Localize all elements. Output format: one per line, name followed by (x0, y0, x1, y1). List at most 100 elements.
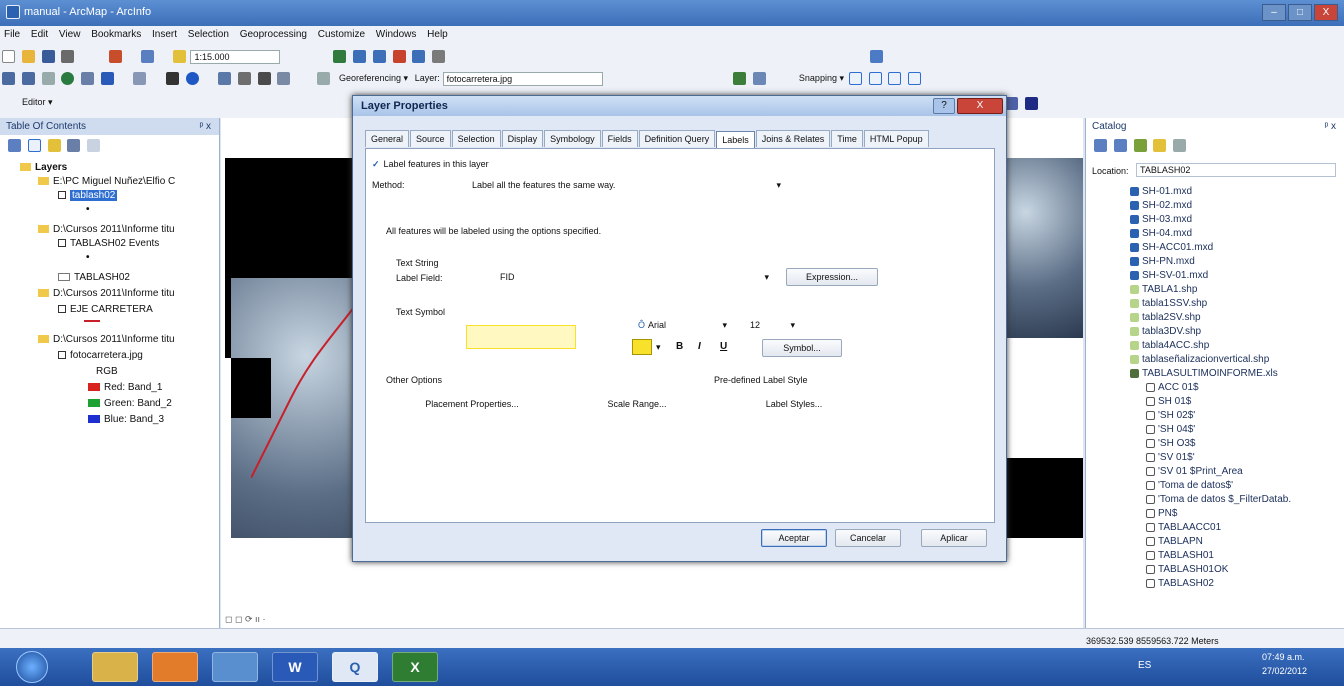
catalog-item[interactable]: TABLAPN (1146, 536, 1203, 547)
back-extent-icon[interactable] (100, 72, 114, 85)
toc-item[interactable]: EJE CARRETERA (58, 304, 153, 315)
catalog-item[interactable]: tabla3DV.shp (1130, 326, 1201, 337)
dialog-close-button[interactable]: X (957, 98, 1003, 114)
italic-button[interactable]: I (698, 341, 701, 352)
minimize-button[interactable]: – (1262, 4, 1286, 21)
catalog-pin-close[interactable]: ᵖ x (1324, 121, 1336, 132)
toc-item[interactable]: TABLASH02 Events (58, 238, 159, 249)
label-field-dropdown[interactable]: FID ▾ (494, 269, 774, 285)
menu-view[interactable]: View (55, 26, 85, 43)
menu-bookmarks[interactable]: Bookmarks (87, 26, 145, 43)
menu-help[interactable]: Help (423, 26, 452, 43)
undo-icon[interactable] (140, 50, 154, 63)
end-snapping-icon[interactable] (868, 72, 882, 85)
excel-taskbar-icon[interactable]: X (392, 652, 438, 682)
tab-time[interactable]: Time (831, 130, 863, 147)
close-button[interactable]: X (1314, 4, 1338, 21)
symbol-button[interactable]: Symbol... (762, 339, 842, 357)
menu-insert[interactable]: Insert (148, 26, 181, 43)
georef-layer-dropdown[interactable]: fotocarretera.jpg (442, 72, 603, 86)
select-elements-icon[interactable] (166, 72, 180, 85)
full-extent-icon[interactable] (61, 72, 75, 85)
catalog-item[interactable]: TABLASH01OK (1146, 564, 1228, 575)
text-color-picker[interactable] (632, 339, 652, 355)
catalog-item[interactable]: 'SH 04$' (1146, 424, 1195, 435)
catalog-item[interactable]: SH 01$ (1146, 396, 1191, 407)
method-dropdown[interactable]: Label all the features the same way. ▾ (466, 177, 786, 193)
menu-windows[interactable]: Windows (372, 26, 421, 43)
catalog-item[interactable]: tabla1SSV.shp (1130, 298, 1207, 309)
clock-time[interactable]: 07:49 a.m. (1262, 652, 1305, 662)
save-icon[interactable] (41, 50, 55, 63)
editor-menu[interactable]: Editor ▾ (22, 97, 53, 108)
cancel-button[interactable]: Cancelar (835, 529, 901, 547)
tab-definition-query[interactable]: Definition Query (638, 130, 716, 147)
catalog-item[interactable]: ACC 01$ (1146, 382, 1199, 393)
visibility-checkbox[interactable] (58, 191, 66, 200)
menu-geoprocessing[interactable]: Geoprocessing (236, 26, 311, 43)
tab-joins-relates[interactable]: Joins & Relates (755, 130, 831, 147)
catalog-item[interactable]: SH-02.mxd (1130, 200, 1192, 211)
python-window-icon[interactable] (412, 50, 426, 63)
add-control-points-icon[interactable] (733, 72, 747, 85)
placement-properties-button[interactable]: Placement Properties... (404, 395, 540, 413)
toc-item[interactable]: D:\Cursos 2011\Informe titu (38, 224, 175, 235)
find-icon[interactable] (869, 50, 883, 63)
list-by-selection-icon[interactable] (67, 139, 81, 152)
toc-root-layers[interactable]: Layers (20, 162, 67, 173)
select-features-icon[interactable] (132, 72, 146, 85)
start-button[interactable] (16, 651, 48, 683)
apply-button[interactable]: Aplicar (921, 529, 987, 547)
georef-layer-icon[interactable] (317, 72, 331, 85)
find-route-icon[interactable] (257, 72, 271, 85)
map-nav-controls[interactable]: ◻ ◻ ⟳ ıı · (225, 614, 265, 625)
tab-symbology[interactable]: Symbology (544, 130, 601, 147)
visibility-checkbox[interactable] (58, 305, 66, 314)
maximize-button[interactable]: □ (1288, 4, 1312, 21)
html-popup-icon[interactable] (218, 72, 232, 85)
clock-date[interactable]: 27/02/2012 (1262, 666, 1307, 676)
editor-toolbar-icon[interactable] (333, 50, 347, 63)
chevron-down-icon[interactable]: ▾ (656, 342, 661, 353)
catalog-item[interactable]: SH-ACC01.mxd (1130, 242, 1213, 253)
home-icon[interactable] (1133, 139, 1147, 152)
font-dropdown[interactable]: Ô Arial ▾ (632, 317, 732, 333)
toc-item[interactable]: E:\PC Miguel Nuñez\Elfio C (38, 176, 175, 187)
connect-folder-icon[interactable] (1153, 139, 1167, 152)
catalog-item[interactable]: SH-SV-01.mxd (1130, 270, 1208, 281)
tab-source[interactable]: Source (410, 130, 451, 147)
bold-button[interactable]: B (676, 341, 683, 352)
toc-item[interactable]: D:\Cursos 2011\Informe titu (38, 334, 175, 345)
edge-snapping-icon[interactable] (908, 72, 922, 85)
catalog-item[interactable]: TABLA1.shp (1130, 284, 1197, 295)
arcmap-taskbar-icon[interactable]: Q (332, 652, 378, 682)
catalog-item[interactable]: TABLAACC01 (1146, 522, 1221, 533)
toc-window-icon[interactable] (353, 50, 367, 63)
toc-item[interactable]: D:\Cursos 2011\Informe titu (38, 288, 175, 299)
dialog-help-button[interactable]: ? (933, 98, 955, 114)
label-styles-button[interactable]: Label Styles... (744, 395, 844, 413)
catalog-item[interactable]: 'SV 01 $Print_Area (1146, 466, 1243, 477)
fill-color-icon[interactable] (1024, 97, 1038, 110)
catalog-item[interactable]: TABLASH02 (1146, 578, 1214, 589)
go-to-xy-icon[interactable] (277, 72, 291, 85)
catalog-item[interactable]: tabla2SV.shp (1130, 312, 1201, 323)
catalog-item[interactable]: SH-PN.mxd (1130, 256, 1195, 267)
language-indicator[interactable]: ES (1138, 660, 1151, 671)
menu-selection[interactable]: Selection (184, 26, 233, 43)
catalog-item[interactable]: SH-01.mxd (1130, 186, 1192, 197)
cut-icon[interactable] (109, 50, 123, 63)
tab-display[interactable]: Display (501, 130, 544, 147)
ok-button[interactable]: Aceptar (761, 529, 827, 547)
toc-item[interactable]: fotocarretera.jpg (58, 350, 143, 361)
toggle-contents-icon[interactable] (1173, 139, 1187, 152)
snapping-menu[interactable]: Snapping ▾ (799, 73, 844, 84)
tab-general[interactable]: General (365, 130, 410, 147)
add-data-icon[interactable] (172, 50, 186, 63)
tab-html-popup[interactable]: HTML Popup (863, 130, 929, 147)
list-by-source-icon[interactable] (27, 139, 41, 152)
underline-button[interactable]: U (720, 341, 727, 352)
catalog-item[interactable]: TABLASH01 (1146, 550, 1214, 561)
map-scale-input[interactable]: 1:15.000 (190, 50, 281, 64)
expression-button[interactable]: Expression... (786, 268, 878, 286)
